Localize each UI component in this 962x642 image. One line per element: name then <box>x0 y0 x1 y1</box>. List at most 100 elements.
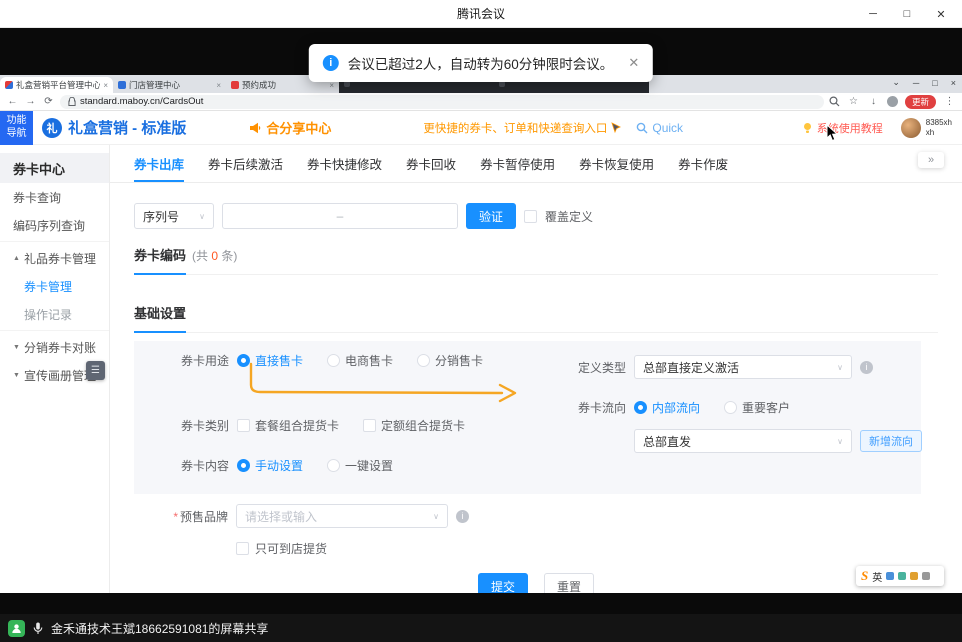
override-checkbox[interactable] <box>524 210 537 223</box>
tab-close-icon[interactable]: × <box>103 81 108 90</box>
ime-toolbar[interactable]: S 英 <box>856 566 944 586</box>
tab-card-void[interactable]: 券卡作废 <box>678 145 728 182</box>
presale-brand-select[interactable]: 请选择或输入 ∨ <box>236 504 448 528</box>
sidebar-item-label: 礼品券卡管理 <box>24 250 96 267</box>
flow-row: 券卡流向 内部流向 重要客户 <box>566 399 806 416</box>
brand-title: 礼盒营销 - 标准版 <box>68 117 186 138</box>
checkbox-label: 定额组合提货卡 <box>381 417 465 434</box>
radio-ecommerce-sale[interactable]: 电商售卡 <box>327 352 393 369</box>
serial-range-input[interactable]: – <box>222 203 458 229</box>
maximize-button[interactable]: □ <box>890 0 924 28</box>
window-title: 腾讯会议 <box>0 0 962 27</box>
sidebar: 券卡中心 券卡查询 编码序列查询 ▲ 礼品券卡管理 券卡管理 <box>0 145 110 593</box>
define-type-select[interactable]: 总部直接定义激活 ∨ <box>634 355 852 379</box>
tab-close-icon[interactable]: × <box>216 81 221 90</box>
ime-keyboard-icon[interactable] <box>910 572 918 580</box>
browser-close-button[interactable]: × <box>951 78 956 88</box>
ime-toolbox-icon[interactable] <box>922 572 930 580</box>
presale-brand-label-text: 预售品牌 <box>180 510 228 524</box>
browser-minimize-button[interactable]: ─ <box>913 78 919 88</box>
sidebar-item-operation-log[interactable]: 操作记录 <box>0 300 109 328</box>
forward-icon[interactable]: → <box>24 96 37 107</box>
minimize-button[interactable]: ─ <box>856 0 890 28</box>
quick-search[interactable]: Quick <box>636 121 683 135</box>
radio-manual-setup[interactable]: 手动设置 <box>237 457 303 474</box>
tab-label: 券卡快捷修改 <box>307 154 382 173</box>
radio-oneclick-setup[interactable]: 一键设置 <box>327 457 393 474</box>
shared-screen: 礼盒营销平台管理中心 × 门店管理中心 × 预约成功 × ⌄ ─ <box>0 28 962 614</box>
tab-card-suspend[interactable]: 券卡暂停使用 <box>480 145 555 182</box>
tutorial-link[interactable]: 系统使用教程 <box>802 120 883 136</box>
add-flow-button[interactable]: 新增流向 <box>860 430 922 452</box>
tab-card-recycle[interactable]: 券卡回收 <box>406 145 456 182</box>
chevron-down-icon: ∨ <box>433 512 439 521</box>
info-icon[interactable]: i <box>456 510 469 523</box>
refresh-icon[interactable]: ⟳ <box>42 96 55 107</box>
divider <box>0 241 109 242</box>
tab-card-activation[interactable]: 券卡后续激活 <box>208 145 283 182</box>
tab-card-outbound[interactable]: 券卡出库 <box>134 145 184 182</box>
ime-language-toggle[interactable]: 英 <box>872 569 882 584</box>
radio-icon <box>327 459 340 472</box>
sidebar-collapse-handle[interactable]: ☰ <box>86 361 105 380</box>
sidebar-group-gift-card-mgmt[interactable]: ▲ 礼品券卡管理 <box>0 244 109 272</box>
browser-tab-store-admin[interactable]: 门店管理中心 × <box>113 77 226 93</box>
flow-select[interactable]: 总部直发 ∨ <box>634 429 852 453</box>
chevron-down-icon: ∨ <box>837 437 843 446</box>
sidebar-item-card-query[interactable]: 券卡查询 <box>0 183 109 211</box>
ime-mic-icon[interactable] <box>886 572 894 580</box>
tabs-overflow-button[interactable]: » <box>918 152 944 168</box>
required-asterisk: * <box>173 510 178 524</box>
nav-toggle-label: 功能 <box>7 115 27 128</box>
store-only-checkbox[interactable] <box>236 542 249 555</box>
tab-card-quick-edit[interactable]: 券卡快捷修改 <box>307 145 382 182</box>
share-center-link[interactable]: 合分享中心 <box>248 118 331 137</box>
bookmark-star-icon[interactable]: ☆ <box>847 96 860 107</box>
sidebar-title: 券卡中心 <box>0 153 109 183</box>
main-content: 券卡出库 券卡后续激活 券卡快捷修改 券卡回收 券卡暂停使用 券卡恢复使用 券卡… <box>110 145 962 593</box>
zoom-icon[interactable] <box>829 96 840 107</box>
presenter-icon <box>8 620 25 637</box>
radio-icon <box>237 459 250 472</box>
checkbox-icon <box>237 419 250 432</box>
download-icon[interactable]: ↓ <box>867 96 880 107</box>
checkbox-fixed-combo[interactable]: 定额组合提货卡 <box>363 417 465 434</box>
browser-menu-icon[interactable]: ⋮ <box>943 96 956 107</box>
browser-tab-gift-admin[interactable]: 礼盒营销平台管理中心 × <box>0 77 113 93</box>
browser-profile-icon[interactable] <box>887 96 898 107</box>
back-icon[interactable]: ← <box>6 96 19 107</box>
define-type-row: 定义类型 总部直接定义激活 ∨ i <box>566 355 873 379</box>
browser-maximize-button[interactable]: □ <box>932 78 937 88</box>
serial-type-select[interactable]: 序列号 ∨ <box>134 203 214 229</box>
radio-internal-flow[interactable]: 内部流向 <box>634 399 700 416</box>
ime-logo-icon[interactable]: S <box>861 568 868 584</box>
basic-settings-header: 基础设置 <box>134 303 938 333</box>
sidebar-group-distribution-reconcile[interactable]: ▼ 分销券卡对账 <box>0 333 109 361</box>
radio-label: 分销售卡 <box>435 352 483 369</box>
address-bar[interactable]: standard.maboy.cn/CardsOut <box>60 95 824 109</box>
checkbox-package-combo[interactable]: 套餐组合提货卡 <box>237 417 339 434</box>
close-button[interactable]: ✕ <box>924 0 958 28</box>
serial-search-form: 序列号 ∨ – 验证 覆盖定义 <box>134 203 962 229</box>
radio-distribution-sale[interactable]: 分销售卡 <box>417 352 483 369</box>
browser-update-badge[interactable]: 更新 <box>905 95 936 109</box>
tab-search-icon[interactable]: ⌄ <box>892 77 900 88</box>
info-icon[interactable]: i <box>860 361 873 374</box>
search-icon <box>636 122 648 134</box>
usage-label: 券卡用途 <box>169 352 229 369</box>
user-box[interactable]: 8385xh xh <box>901 118 952 138</box>
tab-card-restore[interactable]: 券卡恢复使用 <box>579 145 654 182</box>
presale-brand-label: *预售品牌 <box>134 508 228 525</box>
radio-direct-sale[interactable]: 直接售卡 <box>237 352 303 369</box>
radio-key-customer[interactable]: 重要客户 <box>724 399 790 416</box>
verify-button[interactable]: 验证 <box>466 203 516 229</box>
submit-button[interactable]: 提交 <box>478 573 528 593</box>
toast-close-icon[interactable]: ✕ <box>628 55 639 71</box>
reset-button[interactable]: 重置 <box>544 573 594 593</box>
sidebar-item-card-mgmt[interactable]: 券卡管理 <box>0 272 109 300</box>
window-controls: ─ □ ✕ <box>856 0 958 28</box>
ime-handwrite-icon[interactable] <box>898 572 906 580</box>
function-nav-toggle[interactable]: 功能 导航 <box>0 111 33 145</box>
divider <box>0 330 109 331</box>
sidebar-item-code-sequence-query[interactable]: 编码序列查询 <box>0 211 109 239</box>
